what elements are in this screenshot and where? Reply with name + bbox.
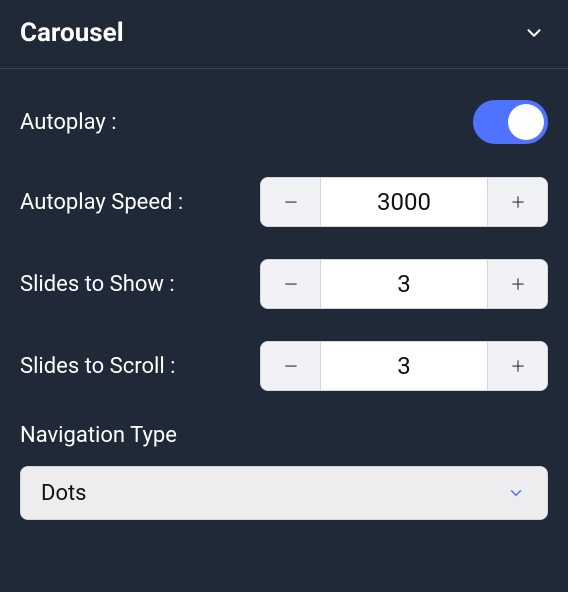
toggle-knob bbox=[508, 104, 544, 140]
decrement-button[interactable] bbox=[261, 178, 321, 226]
autoplay-toggle[interactable] bbox=[473, 100, 548, 144]
decrement-button[interactable] bbox=[261, 342, 321, 390]
panel-header[interactable]: Carousel bbox=[0, 0, 568, 69]
panel-body: Autoplay : Autoplay Speed : 3000 Slides … bbox=[0, 69, 568, 540]
slides-to-scroll-row: Slides to Scroll : 3 bbox=[20, 341, 548, 391]
navigation-type-label: Navigation Type bbox=[20, 423, 548, 448]
autoplay-row: Autoplay : bbox=[20, 99, 548, 145]
slides-to-show-value[interactable]: 3 bbox=[321, 260, 487, 308]
increment-button[interactable] bbox=[487, 178, 547, 226]
chevron-down-icon bbox=[505, 482, 527, 504]
slides-to-show-row: Slides to Show : 3 bbox=[20, 259, 548, 309]
slides-to-scroll-value[interactable]: 3 bbox=[321, 342, 487, 390]
panel-title: Carousel bbox=[20, 18, 124, 48]
autoplay-label: Autoplay : bbox=[20, 110, 117, 135]
decrement-button[interactable] bbox=[261, 260, 321, 308]
navigation-type-select[interactable]: Dots bbox=[20, 466, 548, 520]
autoplay-speed-value[interactable]: 3000 bbox=[321, 178, 487, 226]
increment-button[interactable] bbox=[487, 342, 547, 390]
collapse-chevron-icon[interactable] bbox=[520, 19, 548, 47]
slides-to-scroll-label: Slides to Scroll : bbox=[20, 354, 175, 379]
slides-to-show-stepper: 3 bbox=[260, 259, 548, 309]
autoplay-speed-stepper: 3000 bbox=[260, 177, 548, 227]
increment-button[interactable] bbox=[487, 260, 547, 308]
slides-to-show-label: Slides to Show : bbox=[20, 272, 175, 297]
slides-to-scroll-stepper: 3 bbox=[260, 341, 548, 391]
navigation-type-value: Dots bbox=[41, 481, 87, 506]
autoplay-speed-label: Autoplay Speed : bbox=[20, 190, 183, 215]
autoplay-speed-row: Autoplay Speed : 3000 bbox=[20, 177, 548, 227]
